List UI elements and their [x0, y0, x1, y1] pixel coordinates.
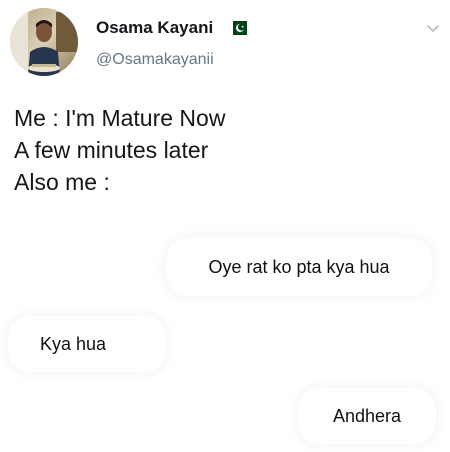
chat-message-bubble: Kya hua	[8, 316, 166, 372]
chat-message-text: Oye rat ko pta kya hua	[208, 256, 390, 277]
chat-message-bubble: Andhera	[298, 388, 436, 444]
tweet-text-line: Me : I'm Mature Now	[14, 105, 226, 131]
tweet-text-line: Also me :	[14, 169, 110, 195]
avatar[interactable]	[10, 8, 78, 76]
pakistan-flag-icon	[228, 21, 247, 35]
chevron-down-icon[interactable]	[424, 20, 442, 38]
chat-message-text: Kya hua	[40, 333, 107, 354]
chat-message-text: Andhera	[332, 405, 402, 426]
author-display-name[interactable]: Osama Kayani	[96, 18, 213, 38]
author-handle[interactable]: @Osamakayanii	[96, 51, 214, 69]
chat-message-bubble: Oye rat ko pta kya hua	[166, 238, 432, 296]
tweet-text-line: A few minutes later	[14, 137, 209, 163]
profile-photo-icon	[10, 8, 78, 76]
tweet-text: Me : I'm Mature Now A few minutes later …	[14, 102, 225, 198]
